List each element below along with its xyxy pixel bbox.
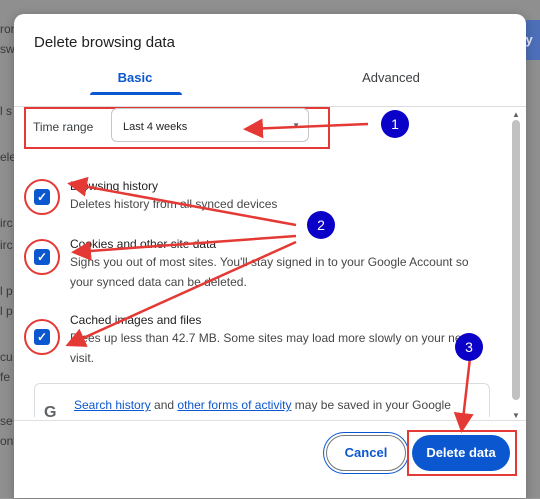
delete-data-button[interactable]: Delete data bbox=[412, 435, 510, 471]
annotation-badge-2: 2 bbox=[307, 211, 335, 239]
active-tab-indicator bbox=[90, 92, 182, 95]
background-text: l p bbox=[0, 284, 13, 298]
browsing-history-checkbox[interactable]: ✓ bbox=[34, 189, 50, 205]
tab-advanced[interactable]: Advanced bbox=[276, 70, 506, 94]
background-text: sw bbox=[0, 42, 15, 56]
google-g-icon: G bbox=[44, 404, 57, 417]
scroll-down-arrow-icon[interactable]: ▼ bbox=[512, 411, 520, 420]
tab-basic-label: Basic bbox=[117, 70, 153, 85]
item-cookies: ✓ Cookies and other site data Signs you … bbox=[14, 235, 504, 295]
annotation-badge-1: 1 bbox=[381, 110, 409, 138]
dialog-title: Delete browsing data bbox=[34, 34, 175, 51]
background-text: l p bbox=[0, 304, 13, 318]
info-connector: and bbox=[150, 398, 178, 412]
background-text: fe bbox=[0, 370, 11, 384]
dropdown-arrow-icon: ▼ bbox=[292, 121, 300, 130]
cancel-button[interactable]: Cancel bbox=[326, 435, 406, 471]
time-range-select[interactable]: Last 4 weeks ▼ bbox=[111, 108, 309, 142]
info-text: Search history and other forms of activi… bbox=[74, 395, 484, 417]
background-text: irc bbox=[0, 216, 13, 230]
background-text: se bbox=[0, 414, 13, 428]
scroll-up-arrow-icon[interactable]: ▲ bbox=[512, 110, 520, 119]
cached-images-checkbox[interactable]: ✓ bbox=[34, 329, 50, 345]
background-text: irc bbox=[0, 238, 13, 252]
item-description: Frees up less than 42.7 MB. Some sites m… bbox=[70, 331, 471, 365]
item-title: Browsing history bbox=[70, 179, 159, 193]
other-activity-link[interactable]: other forms of activity bbox=[177, 398, 291, 412]
background-text: cu bbox=[0, 350, 13, 364]
cookies-checkbox[interactable]: ✓ bbox=[34, 249, 50, 265]
item-title: Cached images and files bbox=[70, 313, 202, 327]
time-range-value: Last 4 weeks bbox=[123, 121, 188, 133]
scroll-thumb[interactable] bbox=[512, 120, 520, 400]
tab-basic[interactable]: Basic bbox=[14, 70, 256, 95]
item-title: Cookies and other site data bbox=[70, 237, 217, 251]
tab-bar: Basic Advanced bbox=[14, 66, 526, 107]
item-browsing-history: ✓ Browsing history Deletes history from … bbox=[14, 177, 504, 217]
item-description: Signs you out of most sites. You'll stay… bbox=[70, 255, 469, 289]
annotation-badge-3: 3 bbox=[455, 333, 483, 361]
delete-browsing-data-dialog: Delete browsing data Basic Advanced Time… bbox=[14, 14, 526, 498]
time-range-label: Time range bbox=[33, 120, 94, 134]
search-history-link[interactable]: Search history bbox=[74, 398, 151, 412]
item-description: Deletes history from all synced devices bbox=[70, 197, 278, 211]
dialog-content: Time range Last 4 weeks ▼ ✓ Browsing his… bbox=[14, 107, 512, 417]
background-text: l s bbox=[0, 104, 12, 118]
scrollbar[interactable]: ▲ ▼ bbox=[510, 110, 522, 420]
dialog-footer: Cancel Delete data bbox=[14, 420, 526, 499]
google-activity-info: G Search history and other forms of acti… bbox=[34, 383, 490, 417]
item-cached-images: ✓ Cached images and files Frees up less … bbox=[14, 311, 504, 371]
